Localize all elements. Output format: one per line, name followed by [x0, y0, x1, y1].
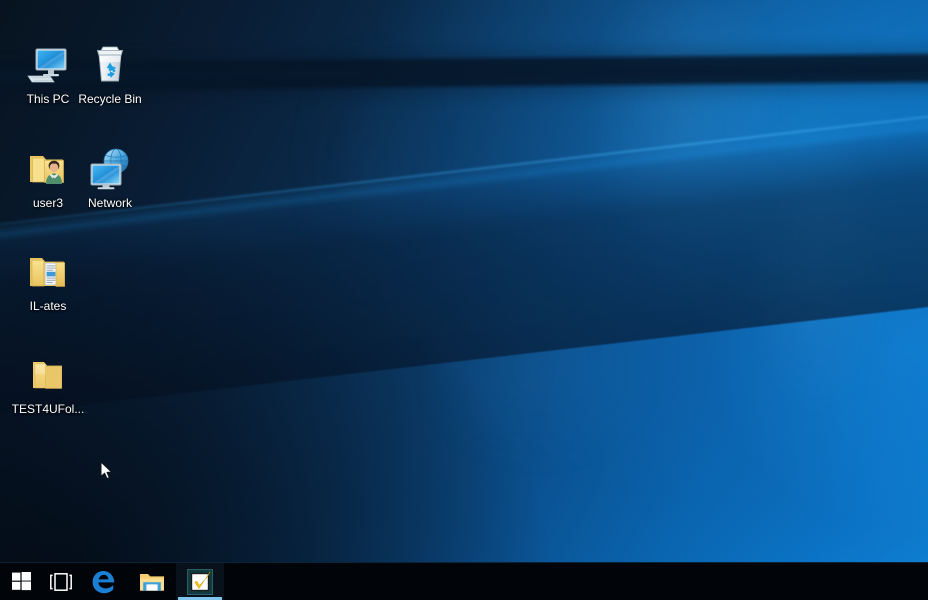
- taskbar-item-checkmark-app[interactable]: [176, 563, 224, 600]
- taskbar-item-edge[interactable]: [80, 563, 128, 600]
- desktop-icon-test4ufolder[interactable]: TEST4UFol...: [10, 350, 86, 416]
- desktop-icon-label: Recycle Bin: [78, 93, 142, 106]
- desktop-icon-il-ates[interactable]: IL-ates: [10, 247, 86, 313]
- system-tray[interactable]: [778, 563, 928, 600]
- taskbar: [0, 562, 928, 600]
- desktop-icon-label: IL-ates: [29, 300, 67, 313]
- desktop-icon-label: user3: [32, 197, 64, 210]
- network-icon: [86, 144, 134, 192]
- folder-closed-icon: [24, 350, 72, 398]
- desktop-icon-recycle-bin[interactable]: Recycle Bin: [72, 40, 148, 106]
- desktop-icon-label: Network: [87, 197, 132, 210]
- checkmark-app-icon: [187, 568, 213, 595]
- desktop-icon-label: TEST4UFol...: [11, 403, 85, 416]
- desktop-icon-label: This PC: [26, 93, 70, 106]
- folder-open-icon: [24, 247, 72, 295]
- user-folder-icon: [24, 144, 72, 192]
- task-view-button[interactable]: [42, 563, 80, 600]
- task-view-icon: [50, 572, 72, 591]
- start-button[interactable]: [0, 563, 42, 600]
- computer-icon: [24, 40, 72, 88]
- windows-logo-icon: [11, 572, 31, 591]
- desktop-icon-grid: This PC Recycle Bin user3 Network IL-ate…: [0, 0, 928, 562]
- desktop-icon-network[interactable]: Network: [72, 144, 148, 210]
- file-explorer-icon: [140, 573, 164, 591]
- taskbar-item-file-explorer[interactable]: [128, 563, 176, 600]
- edge-icon: [92, 570, 115, 593]
- recycle-bin-icon: [86, 40, 134, 88]
